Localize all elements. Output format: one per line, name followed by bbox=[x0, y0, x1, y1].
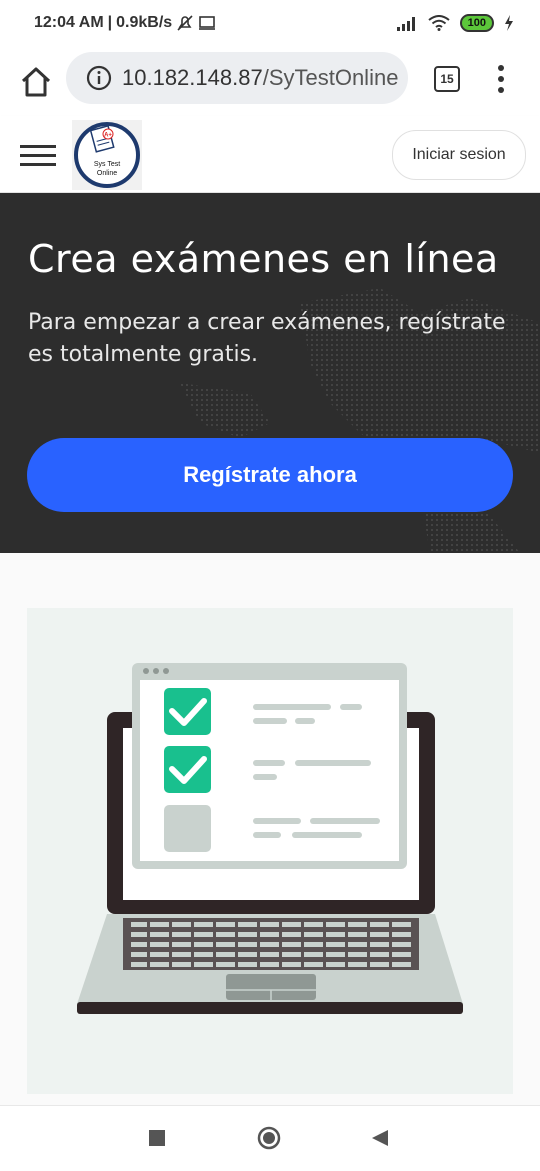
url-path: /SyTestOnline bbox=[262, 65, 399, 90]
hamburger-menu-icon[interactable] bbox=[20, 144, 56, 168]
network-speed: 0.9kB/s bbox=[116, 14, 173, 31]
wifi-icon bbox=[428, 15, 450, 31]
logo-text-line2: Online bbox=[97, 170, 117, 177]
address-bar[interactable]: 10.182.148.87/SyTestOnline bbox=[66, 52, 408, 104]
browser-toolbar: 10.182.148.87/SyTestOnline 15 bbox=[0, 48, 540, 116]
content-section bbox=[0, 553, 540, 1105]
alarm-off-icon bbox=[177, 15, 193, 31]
info-icon[interactable] bbox=[86, 65, 112, 91]
back-triangle-icon[interactable] bbox=[370, 1128, 390, 1148]
logo-text-line1: Sys Test bbox=[94, 161, 120, 168]
status-left: 12:04 AM | 0.9kB/s bbox=[34, 14, 216, 32]
site-logo[interactable]: A+ Sys Test Online bbox=[72, 120, 142, 190]
url-host: 10.182.148.87 bbox=[122, 65, 263, 90]
status-bar: 12:04 AM | 0.9kB/s 100 bbox=[0, 0, 540, 48]
hero-section: Crea exámenes en línea Para empezar a cr… bbox=[0, 193, 540, 553]
screen-icon bbox=[199, 16, 216, 30]
more-vert-icon[interactable] bbox=[492, 64, 510, 94]
recents-square-icon[interactable] bbox=[149, 1130, 165, 1146]
checkbox-unchecked-3 bbox=[164, 805, 211, 852]
battery-icon: 100 bbox=[459, 14, 494, 32]
url-text[interactable]: 10.182.148.87/SyTestOnline bbox=[122, 65, 404, 91]
home-icon[interactable] bbox=[18, 64, 54, 100]
tab-switcher-button[interactable]: 15 bbox=[434, 66, 460, 92]
signin-button[interactable]: Iniciar sesion bbox=[392, 130, 526, 180]
status-right: 100 bbox=[396, 14, 514, 32]
hero-title: Crea exámenes en línea bbox=[28, 237, 499, 281]
site-header: A+ Sys Test Online Iniciar sesion bbox=[0, 116, 540, 193]
register-button[interactable]: Regístrate ahora bbox=[27, 438, 513, 512]
laptop-checklist-illustration bbox=[77, 663, 463, 1014]
logo-emblem: A+ Sys Test Online bbox=[74, 122, 140, 188]
logo-grade-text: A+ bbox=[104, 133, 112, 139]
system-navigation-bar bbox=[0, 1105, 540, 1171]
status-time: 12:04 AM bbox=[34, 14, 104, 31]
hero-subtitle: Para empezar a crear exámenes, regístrat… bbox=[28, 310, 506, 367]
charging-icon bbox=[505, 15, 513, 31]
illustration-panel bbox=[27, 608, 513, 1094]
home-circle-icon[interactable] bbox=[257, 1126, 281, 1150]
signal-icon bbox=[396, 17, 415, 31]
